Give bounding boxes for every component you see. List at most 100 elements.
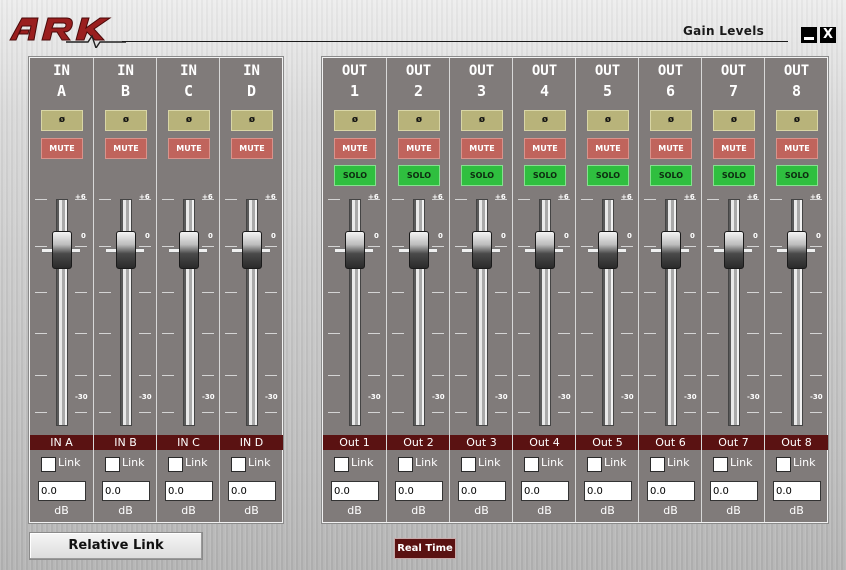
- gain-fader[interactable]: +6 0 -30: [30, 193, 93, 433]
- gain-value-input[interactable]: [584, 481, 632, 501]
- link-checkbox[interactable]: [524, 457, 539, 472]
- fader-knob[interactable]: [598, 231, 618, 269]
- gain-fader[interactable]: +6 0 -30: [323, 193, 386, 433]
- mute-button[interactable]: MUTE: [776, 138, 818, 159]
- phase-invert-button[interactable]: ø: [713, 110, 755, 131]
- fader-knob[interactable]: [242, 231, 262, 269]
- solo-button[interactable]: SOLO: [587, 165, 629, 186]
- real-time-button[interactable]: Real Time: [394, 538, 456, 559]
- phase-invert-button[interactable]: ø: [650, 110, 692, 131]
- scale-tick: [770, 333, 782, 334]
- gain-value-input[interactable]: [165, 481, 213, 501]
- fader-knob[interactable]: [661, 231, 681, 269]
- channel-name-label: IN B: [94, 435, 157, 450]
- gain-fader[interactable]: +6 0 -30: [639, 193, 702, 433]
- gain-fader[interactable]: +6 0 -30: [702, 193, 765, 433]
- db-unit-label: dB: [118, 504, 133, 517]
- scale-bottom-label: -30: [139, 393, 152, 401]
- phase-invert-button[interactable]: ø: [776, 110, 818, 131]
- gain-fader[interactable]: +6 0 -30: [765, 193, 828, 433]
- solo-button[interactable]: SOLO: [334, 165, 376, 186]
- solo-button[interactable]: SOLO: [461, 165, 503, 186]
- mute-button[interactable]: MUTE: [231, 138, 273, 159]
- link-checkbox[interactable]: [398, 457, 413, 472]
- link-checkbox[interactable]: [105, 457, 120, 472]
- gain-value-input[interactable]: [647, 481, 695, 501]
- phase-invert-button[interactable]: ø: [105, 110, 147, 131]
- scale-tick: [202, 246, 214, 247]
- solo-button[interactable]: SOLO: [398, 165, 440, 186]
- gain-fader[interactable]: +6 0 -30: [157, 193, 220, 433]
- fader-knob[interactable]: [787, 231, 807, 269]
- minimize-button[interactable]: [801, 27, 817, 43]
- scale-tick: [707, 199, 719, 200]
- gain-fader[interactable]: +6 0 -30: [94, 193, 157, 433]
- fader-knob[interactable]: [116, 231, 136, 269]
- link-checkbox[interactable]: [168, 457, 183, 472]
- phase-invert-button[interactable]: ø: [398, 110, 440, 131]
- mute-button[interactable]: MUTE: [587, 138, 629, 159]
- fader-knob[interactable]: [52, 231, 72, 269]
- scale-zero-label: 0: [690, 232, 695, 240]
- scale-tick: [392, 292, 404, 293]
- gain-value-input[interactable]: [38, 481, 86, 501]
- mute-button[interactable]: MUTE: [713, 138, 755, 159]
- fader-knob[interactable]: [724, 231, 744, 269]
- scale-tick: [518, 246, 530, 247]
- link-checkbox[interactable]: [41, 457, 56, 472]
- gain-value-input[interactable]: [458, 481, 506, 501]
- gain-fader[interactable]: +6 0 -30: [450, 193, 513, 433]
- gain-fader[interactable]: +6 0 -30: [513, 193, 576, 433]
- fader-knob[interactable]: [179, 231, 199, 269]
- mute-button[interactable]: MUTE: [105, 138, 147, 159]
- solo-button[interactable]: SOLO: [776, 165, 818, 186]
- scale-zero-label: 0: [438, 232, 443, 240]
- link-checkbox[interactable]: [231, 457, 246, 472]
- link-checkbox[interactable]: [776, 457, 791, 472]
- channel-type-label: OUT: [341, 63, 368, 79]
- phase-invert-button[interactable]: ø: [334, 110, 376, 131]
- input-channel-strip: IN Bø MUTE +6 0 -30 IN B Link dB: [93, 58, 157, 522]
- gain-value-input[interactable]: [102, 481, 150, 501]
- scale-tick: [684, 292, 696, 293]
- mute-button[interactable]: MUTE: [334, 138, 376, 159]
- fader-knob[interactable]: [472, 231, 492, 269]
- fader-knob[interactable]: [535, 231, 555, 269]
- phase-invert-button[interactable]: ø: [524, 110, 566, 131]
- mute-button[interactable]: MUTE: [524, 138, 566, 159]
- gain-value-input[interactable]: [395, 481, 443, 501]
- gain-fader[interactable]: +6 0 -30: [387, 193, 450, 433]
- gain-value-input[interactable]: [521, 481, 569, 501]
- phase-invert-button[interactable]: ø: [461, 110, 503, 131]
- link-checkbox[interactable]: [587, 457, 602, 472]
- solo-button[interactable]: SOLO: [524, 165, 566, 186]
- gain-value-input[interactable]: [710, 481, 758, 501]
- phase-invert-button[interactable]: ø: [231, 110, 273, 131]
- mute-button[interactable]: MUTE: [168, 138, 210, 159]
- link-checkbox[interactable]: [461, 457, 476, 472]
- gain-fader[interactable]: +6 0 -30: [576, 193, 639, 433]
- link-checkbox[interactable]: [650, 457, 665, 472]
- gain-value-input[interactable]: [773, 481, 821, 501]
- mute-button[interactable]: MUTE: [461, 138, 503, 159]
- mute-button[interactable]: MUTE: [650, 138, 692, 159]
- mute-button[interactable]: MUTE: [398, 138, 440, 159]
- gain-value-input[interactable]: [228, 481, 276, 501]
- gain-fader[interactable]: +6 0 -30: [220, 193, 283, 433]
- gain-value-input[interactable]: [331, 481, 379, 501]
- channel-name-label: Out 5: [576, 435, 639, 450]
- solo-button[interactable]: SOLO: [650, 165, 692, 186]
- link-checkbox[interactable]: [334, 457, 349, 472]
- scale-tick: [99, 199, 111, 200]
- solo-button[interactable]: SOLO: [713, 165, 755, 186]
- phase-invert-button[interactable]: ø: [587, 110, 629, 131]
- relative-link-button[interactable]: Relative Link: [29, 532, 203, 560]
- fader-knob[interactable]: [409, 231, 429, 269]
- mute-button[interactable]: MUTE: [41, 138, 83, 159]
- close-button[interactable]: X: [820, 27, 836, 43]
- link-checkbox[interactable]: [713, 457, 728, 472]
- phase-invert-button[interactable]: ø: [41, 110, 83, 131]
- fader-knob[interactable]: [345, 231, 365, 269]
- phase-invert-button[interactable]: ø: [168, 110, 210, 131]
- scale-tick: [770, 199, 782, 200]
